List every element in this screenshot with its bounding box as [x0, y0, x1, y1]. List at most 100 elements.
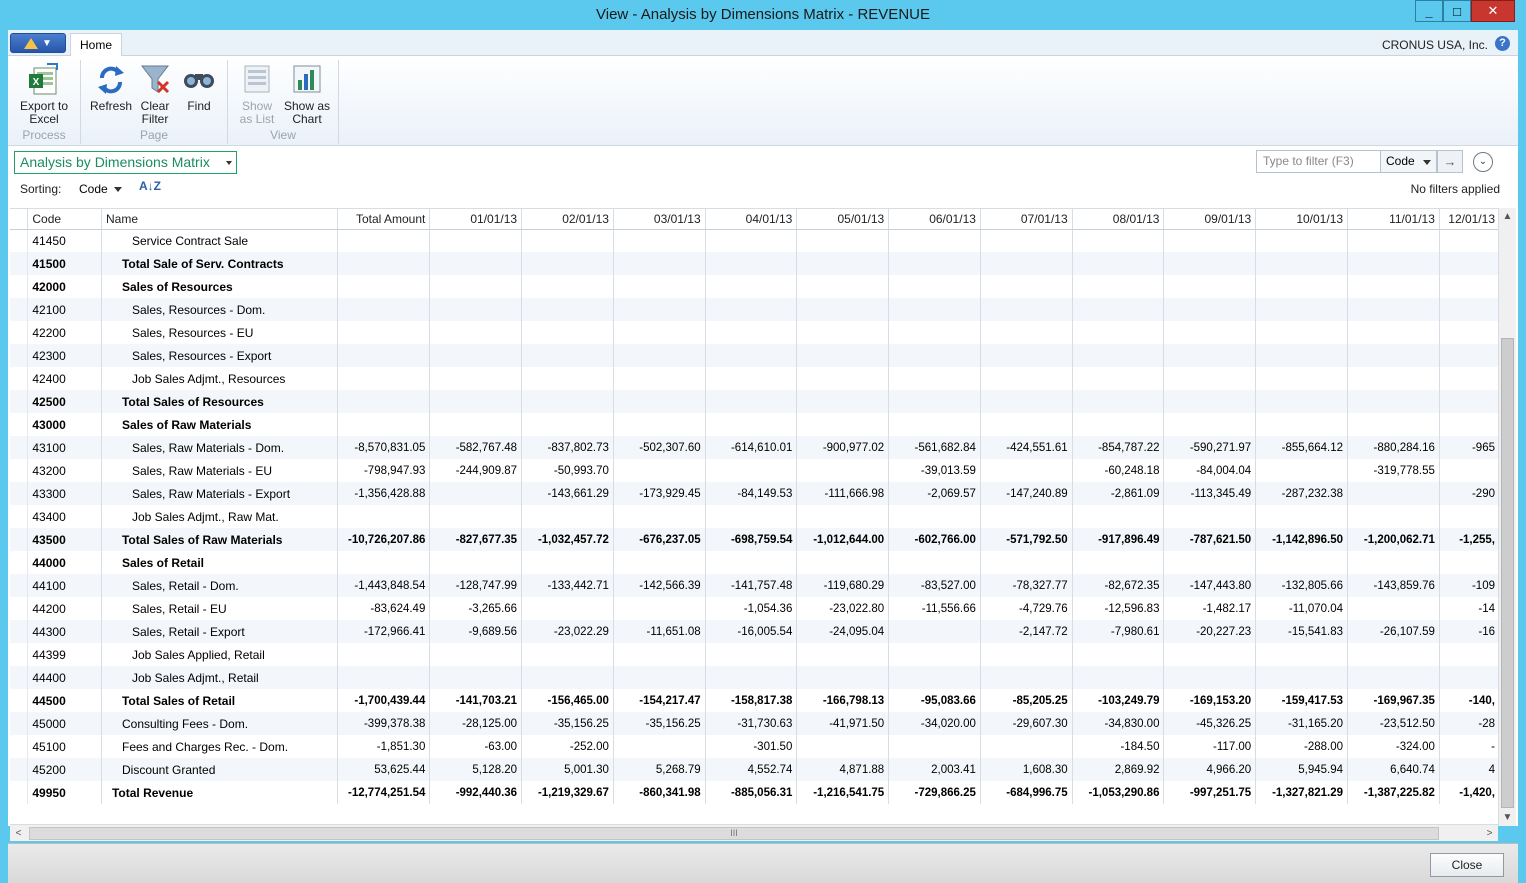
period-amount-cell[interactable]: [1163, 666, 1257, 689]
period-amount-cell[interactable]: [980, 298, 1073, 321]
expand-filter-icon[interactable]: ⌄: [1473, 152, 1493, 172]
name-cell[interactable]: Total Sales of Resources: [101, 390, 339, 413]
period-amount-cell[interactable]: -965: [1439, 436, 1500, 459]
period-amount-cell[interactable]: -502,307.60: [613, 436, 706, 459]
period-amount-cell[interactable]: -1,219,329.67: [521, 781, 614, 804]
period-amount-cell[interactable]: [888, 252, 981, 275]
period-amount-cell[interactable]: [1439, 505, 1500, 528]
period-amount-cell[interactable]: -1,216,541.75: [796, 781, 890, 804]
period-amount-cell[interactable]: [888, 229, 981, 252]
period-amount-cell[interactable]: [1439, 275, 1500, 298]
period-amount-cell[interactable]: -63.00: [429, 735, 523, 758]
period-amount-cell[interactable]: -147,240.89: [980, 482, 1073, 505]
period-amount-cell[interactable]: -41,971.50: [796, 712, 890, 735]
period-amount-cell[interactable]: [980, 321, 1073, 344]
code-cell[interactable]: 45000: [27, 712, 102, 735]
table-row[interactable]: 41450 Service Contract Sale: [10, 229, 1500, 252]
period-amount-cell[interactable]: -147,443.80: [1163, 574, 1257, 597]
total-amount-cell[interactable]: [337, 321, 431, 344]
code-cell[interactable]: 41450: [27, 229, 102, 252]
code-cell[interactable]: 42300: [27, 344, 102, 367]
period-amount-cell[interactable]: -113,345.49: [1163, 482, 1257, 505]
total-amount-cell[interactable]: -8,570,831.05: [337, 436, 431, 459]
total-amount-cell[interactable]: -798,947.93: [337, 459, 431, 482]
period-amount-cell[interactable]: -290: [1439, 482, 1500, 505]
period-amount-cell[interactable]: [1072, 321, 1165, 344]
name-cell[interactable]: Job Sales Adjmt., Retail: [101, 666, 339, 689]
period-amount-cell[interactable]: [1255, 321, 1349, 344]
row-selector[interactable]: [10, 666, 29, 689]
period-amount-cell[interactable]: -143,859.76: [1347, 574, 1440, 597]
period-amount-cell[interactable]: -109: [1439, 574, 1500, 597]
column-header[interactable]: 01/01/13: [429, 209, 523, 230]
period-amount-cell[interactable]: [1439, 298, 1500, 321]
total-amount-cell[interactable]: -399,378.38: [337, 712, 431, 735]
period-amount-cell[interactable]: -23,022.80: [796, 597, 890, 620]
total-amount-cell[interactable]: [337, 643, 431, 666]
period-amount-cell[interactable]: -173,929.45: [613, 482, 706, 505]
period-amount-cell[interactable]: 2,869.92: [1072, 758, 1165, 781]
name-cell[interactable]: Sales, Retail - EU: [101, 597, 339, 620]
total-amount-cell[interactable]: -83,624.49: [337, 597, 431, 620]
name-cell[interactable]: Sales, Raw Materials - Export: [101, 482, 339, 505]
period-amount-cell[interactable]: -252.00: [521, 735, 614, 758]
period-amount-cell[interactable]: [521, 390, 614, 413]
name-cell[interactable]: Service Contract Sale: [101, 229, 339, 252]
period-amount-cell[interactable]: [796, 252, 890, 275]
period-amount-cell[interactable]: [1255, 551, 1349, 574]
code-cell[interactable]: 43400: [27, 505, 102, 528]
period-amount-cell[interactable]: -143,661.29: [521, 482, 614, 505]
period-amount-cell[interactable]: -2,861.09: [1072, 482, 1165, 505]
period-amount-cell[interactable]: [705, 459, 798, 482]
row-selector[interactable]: [10, 229, 29, 252]
period-amount-cell[interactable]: -582,767.48: [429, 436, 523, 459]
period-amount-cell[interactable]: -154,217.47: [613, 689, 706, 712]
period-amount-cell[interactable]: [980, 367, 1073, 390]
period-amount-cell[interactable]: [705, 275, 798, 298]
period-amount-cell[interactable]: [429, 390, 523, 413]
period-amount-cell[interactable]: -111,666.98: [796, 482, 890, 505]
code-cell[interactable]: 45100: [27, 735, 102, 758]
period-amount-cell[interactable]: [980, 459, 1073, 482]
name-cell[interactable]: Sales, Raw Materials - Dom.: [101, 436, 339, 459]
period-amount-cell[interactable]: [521, 666, 614, 689]
period-amount-cell[interactable]: -31,730.63: [705, 712, 798, 735]
period-amount-cell[interactable]: [1072, 275, 1165, 298]
period-amount-cell[interactable]: [888, 344, 981, 367]
period-amount-cell[interactable]: -244,909.87: [429, 459, 523, 482]
period-amount-cell[interactable]: [1439, 459, 1500, 482]
period-amount-cell[interactable]: 4,871.88: [796, 758, 890, 781]
period-amount-cell[interactable]: [1347, 367, 1440, 390]
table-row[interactable]: 43100 Sales, Raw Materials - Dom. -8,570,8…: [10, 436, 1500, 459]
table-row[interactable]: 42200 Sales, Resources - EU: [10, 321, 1500, 344]
period-amount-cell[interactable]: [613, 252, 706, 275]
tab-home[interactable]: Home: [70, 33, 122, 57]
scroll-left-icon[interactable]: <: [10, 825, 27, 842]
period-amount-cell[interactable]: [1439, 344, 1500, 367]
code-cell[interactable]: 42000: [27, 275, 102, 298]
period-amount-cell[interactable]: [705, 643, 798, 666]
clear-filter-button[interactable]: Clear Filter: [135, 62, 175, 126]
period-amount-cell[interactable]: [429, 413, 523, 436]
period-amount-cell[interactable]: [1347, 252, 1440, 275]
period-amount-cell[interactable]: -166,798.13: [796, 689, 890, 712]
total-amount-cell[interactable]: [337, 666, 431, 689]
period-amount-cell[interactable]: [888, 413, 981, 436]
row-selector[interactable]: [10, 574, 29, 597]
column-header[interactable]: 06/01/13: [888, 209, 981, 230]
period-amount-cell[interactable]: -142,566.39: [613, 574, 706, 597]
period-amount-cell[interactable]: [796, 505, 890, 528]
period-amount-cell[interactable]: -837,802.73: [521, 436, 614, 459]
export-to-excel-button[interactable]: X Export to Excel: [14, 62, 74, 126]
period-amount-cell[interactable]: [1163, 275, 1257, 298]
row-selector[interactable]: [10, 275, 29, 298]
period-amount-cell[interactable]: [1347, 597, 1440, 620]
period-amount-cell[interactable]: -1,200,062.71: [1347, 528, 1440, 551]
row-selector[interactable]: [10, 390, 29, 413]
name-cell[interactable]: Job Sales Adjmt., Raw Mat.: [101, 505, 339, 528]
row-selector[interactable]: [10, 712, 29, 735]
table-row[interactable]: 44200 Sales, Retail - EU -83,624.49 -3,265.…: [10, 597, 1500, 620]
code-cell[interactable]: 44300: [27, 620, 102, 643]
name-cell[interactable]: Sales of Retail: [101, 551, 339, 574]
filter-search-input[interactable]: Type to filter (F3): [1256, 150, 1381, 173]
